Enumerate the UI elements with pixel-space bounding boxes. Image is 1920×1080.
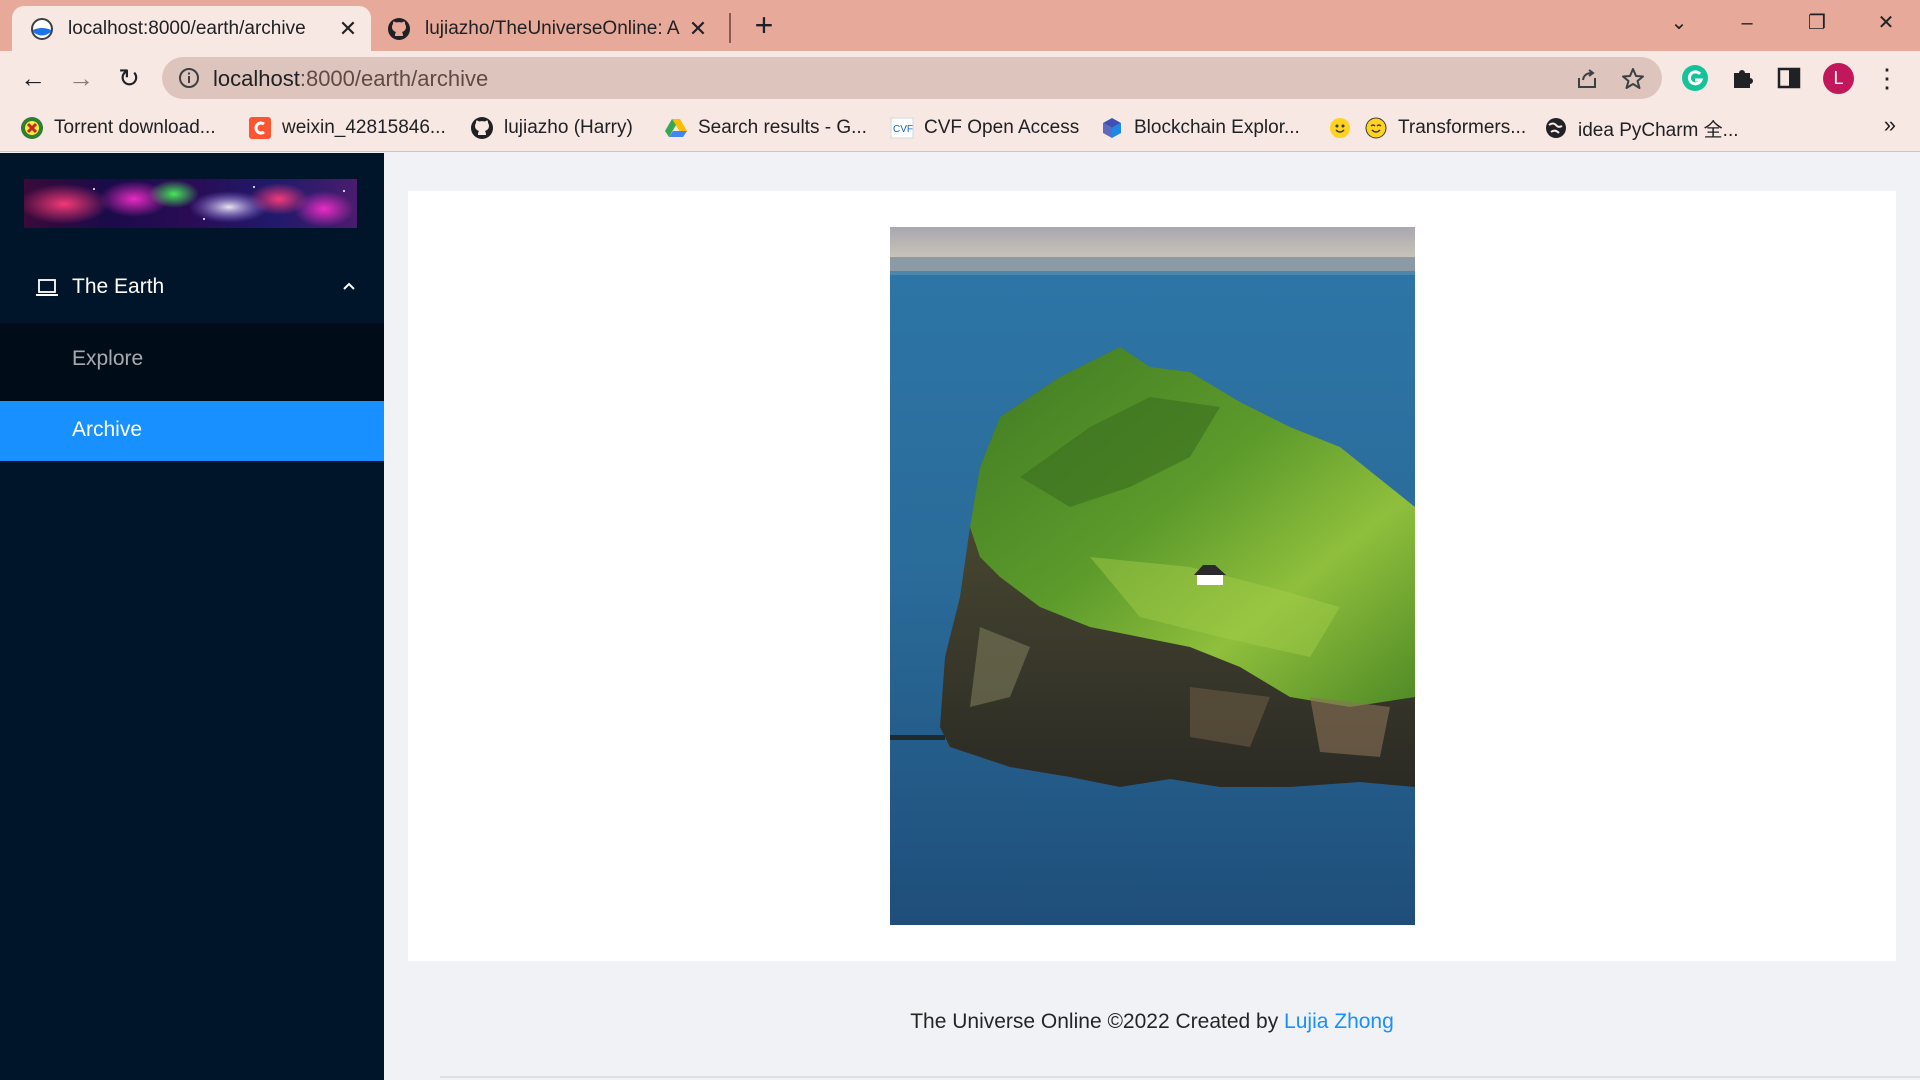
address-bar[interactable]: localhost:8000/earth/archive <box>162 57 1662 99</box>
globe-icon <box>31 17 53 40</box>
laptop-icon <box>36 279 58 296</box>
bottom-divider <box>440 1076 1920 1078</box>
browser-toolbar: ← → ↻ localhost:8000/earth/archive L ⋮ <box>0 51 1920 104</box>
tab-search-chevron-icon[interactable]: ⌄ <box>1657 6 1701 40</box>
google-drive-icon <box>664 116 688 140</box>
sidebar-item-label: Archive <box>72 418 143 441</box>
close-window-button[interactable]: ✕ <box>1864 6 1908 40</box>
tab-separator <box>729 13 731 43</box>
bookmark-label: weixin_42815846... <box>282 117 446 138</box>
bookmark-blockchain[interactable]: Blockchain Explor... <box>1100 114 1300 142</box>
side-panel-icon[interactable] <box>1774 63 1804 93</box>
sidebar-item-label: Explore <box>72 347 144 370</box>
island-photo <box>890 227 1415 925</box>
bookmark-label: Torrent download... <box>54 117 216 138</box>
tab-title: lujiazho/TheUniverseOnline: A <box>425 17 680 39</box>
bookmark-label: Search results - G... <box>698 117 867 138</box>
bookmark-google-drive[interactable]: Search results - G... <box>664 114 867 142</box>
tab-github-repo[interactable]: lujiazho/TheUniverseOnline: A ✕ <box>381 6 721 51</box>
restore-button[interactable]: ❐ <box>1795 6 1839 40</box>
archive-image <box>890 227 1415 925</box>
github-icon <box>388 17 410 40</box>
github-icon <box>470 116 494 140</box>
url-host: localhost <box>213 66 300 91</box>
sidebar: The Earth Explore Archive <box>0 153 384 1080</box>
submenu-the-earth[interactable]: The Earth <box>0 259 384 316</box>
galaxy-banner-image <box>24 179 357 228</box>
grammarly-icon[interactable] <box>1680 63 1710 93</box>
hugging-face-icon <box>1328 116 1352 140</box>
info-icon[interactable] <box>178 67 200 89</box>
csdn-icon <box>248 116 272 140</box>
bookmark-weixin[interactable]: weixin_42815846... <box>248 114 446 142</box>
url-path: :8000/earth/archive <box>299 66 489 91</box>
back-arrow-icon[interactable]: ← <box>16 61 50 95</box>
submenu-title: The Earth <box>72 275 165 298</box>
reload-icon[interactable]: ↻ <box>112 61 146 95</box>
bookmark-pycharm[interactable]: idea PyCharm 全... <box>1544 114 1739 142</box>
bookmark-label: Transformers... <box>1398 117 1527 138</box>
close-tab-icon[interactable]: ✕ <box>333 16 363 42</box>
bookmarks-overflow-chevron-icon[interactable]: » <box>1884 112 1896 138</box>
minimize-button[interactable]: – <box>1725 6 1769 40</box>
cvf-icon: CVF <box>890 116 914 140</box>
bookmark-label: CVF Open Access <box>924 117 1080 138</box>
share-icon[interactable] <box>1574 66 1600 92</box>
sidebar-item-archive[interactable]: Archive <box>0 401 384 461</box>
url-text[interactable]: localhost:8000/earth/archive <box>213 66 488 92</box>
bookmark-transformers[interactable]: Transformers... <box>1364 114 1526 142</box>
close-tab-icon[interactable]: ✕ <box>683 16 713 42</box>
bookmark-torrent[interactable]: Torrent download... <box>20 114 216 142</box>
bookmark-label: idea PyCharm 全... <box>1578 119 1739 141</box>
bookmark-label: lujiazho (Harry) <box>504 117 633 138</box>
tab-title: localhost:8000/earth/archive <box>68 17 306 39</box>
footer: The Universe Online ©2022 Created by Luj… <box>384 1010 1920 1034</box>
bookmark-lujiazho[interactable]: lujiazho (Harry) <box>470 114 633 142</box>
globe-icon <box>1544 116 1568 140</box>
chevron-up-icon <box>343 282 355 290</box>
hugging-face-icon <box>1364 116 1388 140</box>
footer-text: The Universe Online ©2022 Created by <box>910 1010 1285 1033</box>
extensions-puzzle-icon[interactable] <box>1728 63 1758 93</box>
tab-localhost-archive[interactable]: localhost:8000/earth/archive ✕ <box>12 6 371 51</box>
bookmarks-bar: Torrent download... weixin_42815846... l… <box>0 104 1920 152</box>
torrent-icon <box>20 116 44 140</box>
svg-text:CVF: CVF <box>893 124 913 135</box>
forward-arrow-icon[interactable]: → <box>64 61 98 95</box>
author-link[interactable]: Lujia Zhong <box>1284 1010 1394 1033</box>
bookmark-star-icon[interactable] <box>1620 66 1646 92</box>
bookmark-label: Blockchain Explor... <box>1134 117 1300 138</box>
new-tab-button[interactable]: + <box>748 9 780 43</box>
blockchain-icon <box>1100 116 1124 140</box>
sidebar-item-explore[interactable]: Explore <box>0 330 384 390</box>
browser-tab-strip: localhost:8000/earth/archive ✕ lujiazho/… <box>0 0 1920 51</box>
site-logo[interactable] <box>24 179 357 228</box>
bookmark-hugging-face[interactable] <box>1328 114 1362 142</box>
bookmark-cvf[interactable]: CVF CVF Open Access <box>890 114 1079 142</box>
menu-kebab-icon[interactable]: ⋮ <box>1870 61 1904 95</box>
profile-avatar[interactable]: L <box>1823 63 1854 94</box>
